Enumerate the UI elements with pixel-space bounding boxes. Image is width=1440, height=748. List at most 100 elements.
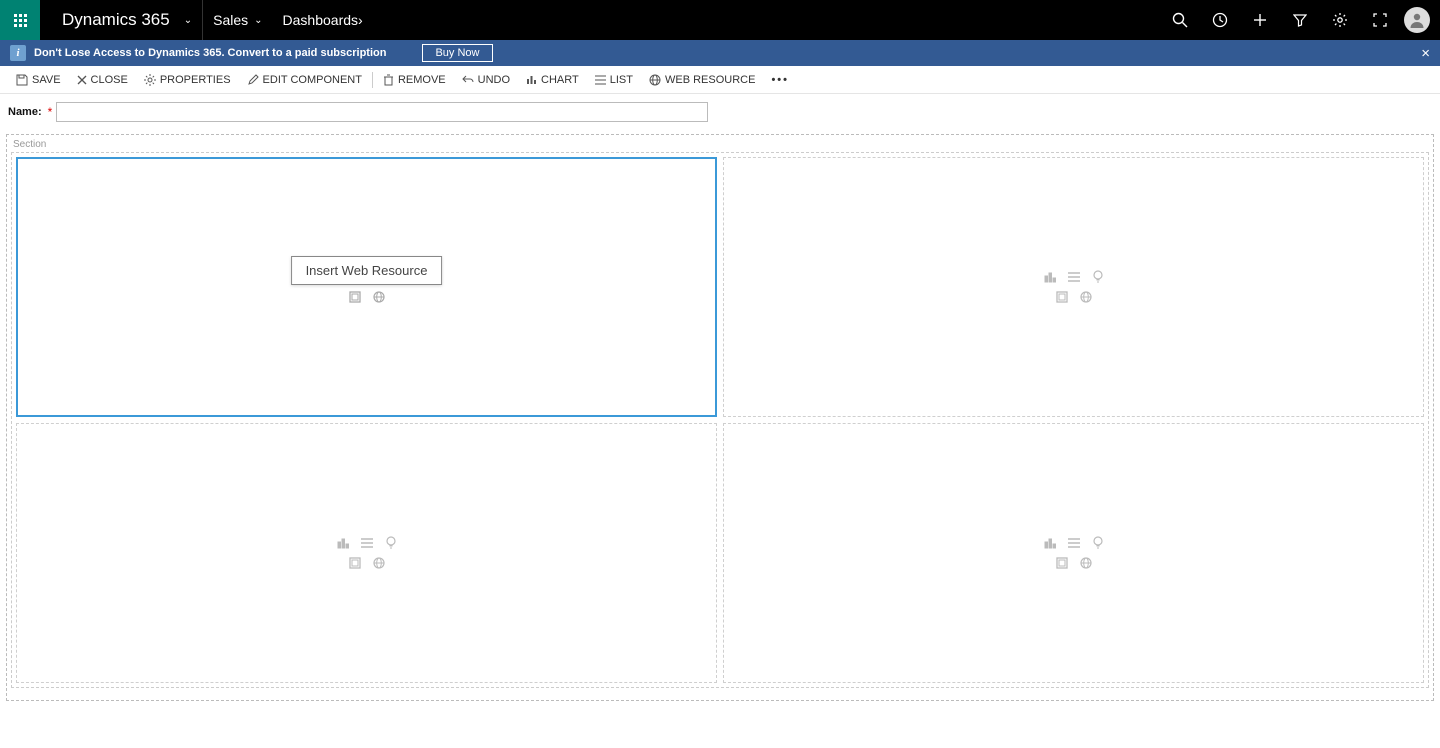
person-icon xyxy=(1408,11,1426,29)
recent-button[interactable] xyxy=(1200,0,1240,40)
remove-button[interactable]: REMOVE xyxy=(375,66,454,93)
insert-list-button[interactable] xyxy=(1067,536,1081,550)
close-icon: × xyxy=(1421,45,1430,62)
dashboard-cell-4[interactable] xyxy=(723,423,1424,683)
insert-chart-button[interactable] xyxy=(1043,536,1057,550)
insert-iframe-button[interactable] xyxy=(348,290,362,304)
undo-button[interactable]: UNDO xyxy=(454,66,518,93)
ellipsis-icon: ••• xyxy=(771,74,789,86)
edit-component-button[interactable]: EDIT COMPONENT xyxy=(239,66,370,93)
trash-icon xyxy=(383,74,394,86)
command-bar: SAVE CLOSE PROPERTIES EDIT COMPONENT REM… xyxy=(0,66,1440,94)
save-icon xyxy=(16,74,28,86)
app-menu[interactable]: Sales ⌄ xyxy=(202,0,272,40)
fullscreen-button[interactable] xyxy=(1360,0,1400,40)
cell-insert-icons xyxy=(336,536,398,570)
expand-icon xyxy=(1373,13,1387,27)
insert-chart-button[interactable] xyxy=(336,536,350,550)
filter-button[interactable] xyxy=(1280,0,1320,40)
insert-iframe-button[interactable] xyxy=(348,556,362,570)
plus-icon xyxy=(1253,13,1267,27)
brand-label: Dynamics 365 xyxy=(50,10,178,30)
section: Insert Web Resource xyxy=(11,152,1429,688)
insert-insights-button[interactable] xyxy=(1091,270,1105,284)
list-icon xyxy=(1068,272,1080,282)
search-button[interactable] xyxy=(1160,0,1200,40)
required-indicator: * xyxy=(48,105,53,119)
close-icon xyxy=(77,75,87,85)
cell-insert-icons xyxy=(1043,536,1105,570)
insert-chart-button[interactable] xyxy=(1043,270,1057,284)
insert-web-resource-button[interactable] xyxy=(1079,290,1093,304)
clock-icon xyxy=(1212,12,1228,28)
dashboard-canvas: Section Insert Web Resource xyxy=(6,134,1434,701)
insert-iframe-button[interactable] xyxy=(1055,290,1069,304)
globe-icon xyxy=(1080,291,1092,303)
globe-icon xyxy=(649,74,661,86)
chart-icon xyxy=(337,537,349,549)
properties-button[interactable]: PROPERTIES xyxy=(136,66,239,93)
iframe-icon xyxy=(349,291,361,303)
list-icon xyxy=(595,75,606,85)
trial-notice: i Don't Lose Access to Dynamics 365. Con… xyxy=(0,40,1440,66)
insert-list-button[interactable] xyxy=(1067,270,1081,284)
insert-web-resource-button[interactable] xyxy=(372,556,386,570)
save-button[interactable]: SAVE xyxy=(8,66,69,93)
top-nav: Dynamics 365 ⌄ Sales ⌄ Dashboards › xyxy=(0,0,1440,40)
globe-icon xyxy=(373,291,385,303)
list-icon xyxy=(361,538,373,548)
breadcrumb-label: Dashboards xyxy=(283,12,359,28)
chart-icon xyxy=(1044,537,1056,549)
chevron-down-icon: ⌄ xyxy=(184,15,192,26)
brand-menu[interactable]: Dynamics 365 ⌄ xyxy=(40,0,202,40)
dashboard-cell-1[interactable]: Insert Web Resource xyxy=(16,157,717,417)
buy-now-button[interactable]: Buy Now xyxy=(422,44,492,62)
insert-insights-button[interactable] xyxy=(384,536,398,550)
undo-icon xyxy=(462,75,474,85)
bulb-icon xyxy=(386,536,396,550)
web-resource-button[interactable]: WEB RESOURCE xyxy=(641,66,763,93)
bulb-icon xyxy=(1093,536,1103,550)
chevron-right-icon: › xyxy=(358,12,363,28)
insert-iframe-button[interactable] xyxy=(1055,556,1069,570)
dashboard-cell-2[interactable] xyxy=(723,157,1424,417)
close-notice-button[interactable]: × xyxy=(1421,45,1430,62)
app-launcher-button[interactable] xyxy=(0,0,40,40)
insert-list-button[interactable] xyxy=(360,536,374,550)
iframe-icon xyxy=(1056,557,1068,569)
chevron-down-icon: ⌄ xyxy=(254,15,262,26)
settings-button[interactable] xyxy=(1320,0,1360,40)
close-button[interactable]: CLOSE xyxy=(69,66,136,93)
insert-web-resource-button[interactable] xyxy=(1079,556,1093,570)
name-bar: Name: * xyxy=(0,94,1440,128)
gear-icon xyxy=(144,74,156,86)
iframe-icon xyxy=(1056,291,1068,303)
globe-icon xyxy=(373,557,385,569)
globe-icon xyxy=(1080,557,1092,569)
list-button[interactable]: LIST xyxy=(587,66,641,93)
cell-insert-icons xyxy=(1043,270,1105,304)
insert-web-resource-button[interactable] xyxy=(372,290,386,304)
app-label: Sales xyxy=(213,12,248,28)
chart-icon xyxy=(526,74,537,85)
gear-icon xyxy=(1332,12,1348,28)
more-commands-button[interactable]: ••• xyxy=(763,74,797,86)
waffle-icon xyxy=(14,14,27,27)
filter-icon xyxy=(1293,13,1307,27)
edit-icon xyxy=(247,74,259,86)
dashboard-name-input[interactable] xyxy=(56,102,708,122)
section-label: Section xyxy=(11,139,1429,152)
tooltip-insert-web-resource: Insert Web Resource xyxy=(291,256,443,285)
info-icon: i xyxy=(10,45,26,61)
new-button[interactable] xyxy=(1240,0,1280,40)
chart-icon xyxy=(1044,271,1056,283)
dashboard-cell-3[interactable] xyxy=(16,423,717,683)
iframe-icon xyxy=(349,557,361,569)
user-avatar[interactable] xyxy=(1404,7,1430,33)
insert-insights-button[interactable] xyxy=(1091,536,1105,550)
search-icon xyxy=(1172,12,1188,28)
name-label: Name: xyxy=(8,106,42,118)
chart-button[interactable]: CHART xyxy=(518,66,587,93)
notice-text: Don't Lose Access to Dynamics 365. Conve… xyxy=(34,47,386,59)
breadcrumb[interactable]: Dashboards › xyxy=(273,0,373,40)
